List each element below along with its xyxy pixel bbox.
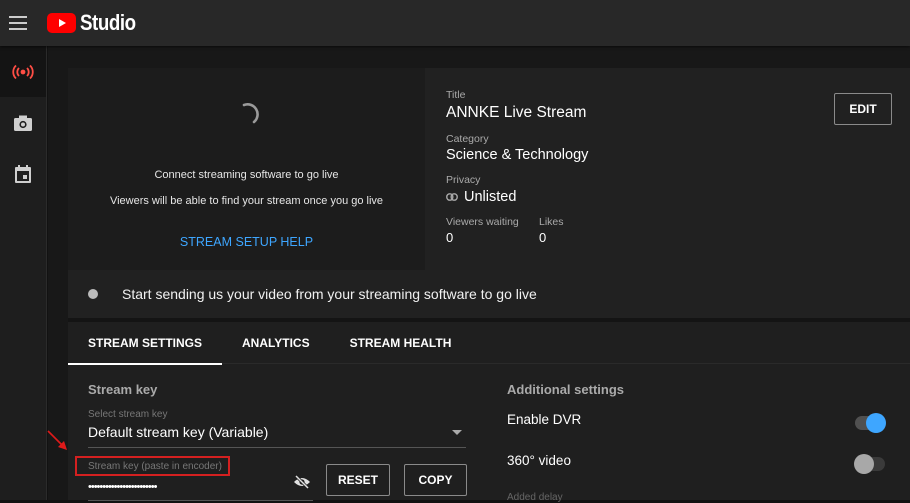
settings-tabs: STREAM SETTINGS ANALYTICS STREAM HEALTH — [68, 322, 910, 365]
sidebar-item-webcam[interactable] — [0, 97, 46, 148]
stream-info-panel: Title ANNKE Live Stream Category Science… — [425, 68, 910, 270]
stream-key-value: •••••••••••••••••••••••• — [88, 481, 157, 493]
dropdown-arrow-icon — [452, 430, 462, 435]
camera-icon — [14, 115, 32, 131]
loading-spinner-icon — [242, 103, 259, 124]
tab-analytics[interactable]: ANALYTICS — [222, 322, 330, 364]
menu-button[interactable] — [1, 6, 35, 40]
privacy-text: Unlisted — [464, 189, 517, 205]
calendar-icon — [15, 164, 31, 183]
app-title: Studio — [80, 10, 136, 35]
toggle-knob — [854, 454, 874, 474]
reset-button[interactable]: RESET — [326, 464, 390, 496]
studio-logo[interactable]: Studio — [47, 10, 145, 36]
eye-off-icon — [294, 474, 310, 490]
stream-key-heading: Stream key — [88, 382, 158, 397]
side-navigation — [0, 46, 47, 500]
likes-value: 0 — [539, 230, 547, 245]
360-video-toggle[interactable] — [854, 454, 885, 474]
stream-key-label: Stream key (paste in encoder) — [88, 461, 222, 472]
likes-label: Likes — [539, 216, 564, 228]
toggle-visibility-button[interactable] — [293, 474, 313, 495]
stream-key-select-value: Default stream key (Variable) — [88, 424, 269, 440]
stream-key-select[interactable]: Default stream key (Variable) — [88, 422, 466, 448]
copy-button[interactable]: COPY — [404, 464, 467, 496]
viewers-waiting-value: 0 — [446, 230, 454, 245]
enable-dvr-label: Enable DVR — [507, 412, 582, 427]
toggle-knob — [866, 413, 886, 433]
hamburger-menu-icon — [9, 16, 27, 30]
title-label: Title — [446, 89, 466, 101]
stream-key-field[interactable]: •••••••••••••••••••••••• — [88, 477, 313, 501]
category-value: Science & Technology — [446, 147, 589, 163]
main-content: Connect streaming software to go live Vi… — [48, 46, 910, 503]
settings-panel: STREAM SETTINGS ANALYTICS STREAM HEALTH … — [68, 318, 910, 503]
stream-status-bar: Start sending us your video from your st… — [68, 270, 910, 318]
link-icon — [446, 193, 458, 201]
status-indicator-icon — [88, 289, 98, 299]
stream-setup-help-link[interactable]: STREAM SETUP HELP — [68, 235, 425, 249]
added-delay-label: Added delay — [507, 492, 563, 503]
select-stream-key-label: Select stream key — [88, 409, 168, 420]
status-message: Start sending us your video from your st… — [122, 286, 537, 302]
edit-button[interactable]: EDIT — [834, 93, 892, 125]
youtube-play-icon — [47, 13, 76, 33]
live-broadcast-icon — [12, 64, 34, 79]
viewers-message: Viewers will be able to find your stream… — [109, 195, 384, 207]
category-label: Category — [446, 133, 489, 145]
tab-stream-settings[interactable]: STREAM SETTINGS — [68, 322, 223, 365]
annotation-arrow-icon — [47, 430, 67, 450]
stream-preview: Connect streaming software to go live Vi… — [68, 68, 425, 270]
privacy-value: Unlisted — [446, 189, 516, 205]
viewers-waiting-label: Viewers waiting — [446, 216, 519, 228]
sidebar-item-stream[interactable] — [0, 46, 46, 97]
sidebar-item-manage[interactable] — [0, 148, 46, 199]
360-video-label: 360° video — [507, 453, 571, 468]
privacy-label: Privacy — [446, 174, 481, 186]
additional-settings-heading: Additional settings — [507, 382, 624, 397]
title-value: ANNKE Live Stream — [446, 104, 587, 121]
connect-message: Connect streaming software to go live — [154, 169, 339, 181]
enable-dvr-toggle[interactable] — [855, 413, 886, 433]
top-app-bar: Studio — [0, 0, 910, 46]
tab-stream-health[interactable]: STREAM HEALTH — [330, 322, 472, 364]
